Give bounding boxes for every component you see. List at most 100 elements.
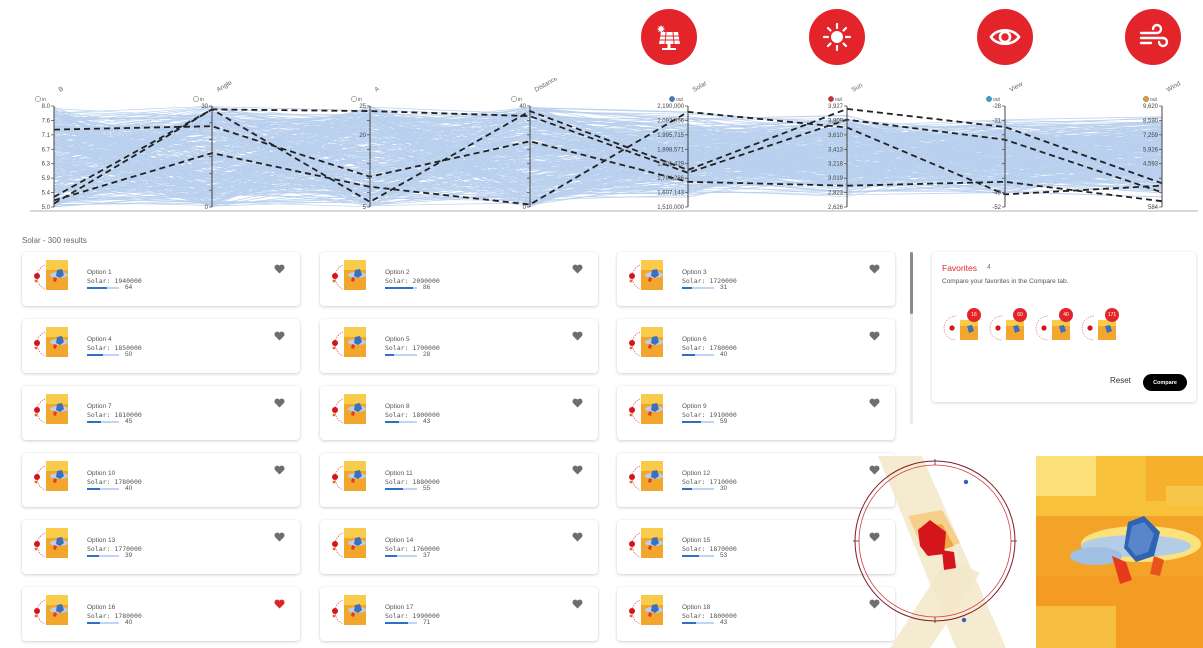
- result-card[interactable]: Option 1 Solar: 1940000 64: [22, 252, 300, 306]
- solar-label: Solar:: [385, 612, 409, 620]
- favorite-thumbnail[interactable]: 40: [1034, 308, 1076, 344]
- sun-diagram-thumbnail: [629, 264, 641, 290]
- axis-label: Solar: [692, 80, 709, 94]
- score-value: 53: [720, 552, 728, 559]
- score-bar: [682, 287, 714, 289]
- option-name: Option 8: [385, 403, 410, 410]
- favorite-thumbnail[interactable]: 60: [988, 308, 1030, 344]
- favorite-heart-icon[interactable]: [572, 398, 583, 408]
- solar-label: Solar:: [87, 545, 111, 553]
- scrollbar-thumb[interactable]: [910, 252, 913, 314]
- favorite-heart-icon[interactable]: [572, 264, 583, 274]
- score-value: 55: [423, 485, 431, 492]
- heat-map-thumbnail: [46, 595, 68, 625]
- solar-value: Solar: 1910000: [682, 411, 737, 419]
- solar-value: Solar: 1780000: [87, 478, 142, 486]
- tick-label: 5,926: [1143, 147, 1159, 153]
- favorite-thumbnail[interactable]: 171: [1080, 308, 1122, 344]
- heat-map-thumbnail: [46, 528, 68, 558]
- axis-label: View: [1009, 81, 1025, 94]
- result-card[interactable]: Option 17 Solar: 1990000 71: [320, 587, 598, 641]
- favorite-heart-icon[interactable]: [274, 532, 285, 542]
- result-card[interactable]: Option 7 Solar: 1810000 45: [22, 386, 300, 440]
- tick-label: 7,259: [1143, 133, 1159, 139]
- solar-label: Solar:: [385, 411, 409, 419]
- favorite-heart-icon[interactable]: [274, 398, 285, 408]
- result-card[interactable]: Option 16 Solar: 1780000 40: [22, 587, 300, 641]
- tick-label: -28: [992, 104, 1001, 110]
- tick-label: 8.0: [42, 104, 51, 110]
- favorite-heart-icon[interactable]: [572, 331, 583, 341]
- eye-icon[interactable]: [977, 9, 1033, 65]
- tick-label: 3,019: [828, 176, 844, 182]
- tick-label: 30: [201, 104, 208, 110]
- axis-tag-dot: [1143, 96, 1149, 102]
- parallel-coordinates-chart[interactable]: 8.07.67.16.76.35.95.45.0Bin300Anglein252…: [0, 78, 1203, 218]
- favorite-heart-icon[interactable]: [572, 532, 583, 542]
- result-card[interactable]: Option 10 Solar: 1780000 40: [22, 453, 300, 507]
- favorite-heart-icon[interactable]: [869, 398, 880, 408]
- favorite-heart-icon[interactable]: [274, 264, 285, 274]
- result-card[interactable]: Option 9 Solar: 1910000 59: [617, 386, 895, 440]
- heat-map-thumbnail: [344, 595, 366, 625]
- result-card[interactable]: Option 13 Solar: 1770000 39: [22, 520, 300, 574]
- sun-icon[interactable]: [809, 9, 865, 65]
- option-name: Option 18: [682, 604, 711, 611]
- result-card[interactable]: Option 6 Solar: 1780000 40: [617, 319, 895, 373]
- tick-label: -52: [992, 205, 1001, 211]
- favorite-heart-icon[interactable]: [274, 465, 285, 475]
- results-title: Solar - 300 results: [22, 236, 87, 245]
- heat-map-thumbnail: [641, 327, 663, 357]
- score-bar: [682, 354, 714, 356]
- option-name: Option 3: [682, 269, 707, 276]
- score-bar: [87, 421, 119, 423]
- tick-label: 9,620: [1143, 104, 1159, 110]
- solar-value: Solar: 1760000: [385, 545, 440, 553]
- score-value: 43: [423, 418, 431, 425]
- axis-tag-dot: [351, 96, 357, 102]
- tick-label: 7.6: [42, 118, 51, 124]
- sun-diagram-thumbnail: [629, 599, 641, 625]
- score-value: 39: [125, 552, 133, 559]
- axis-tag: in: [358, 97, 362, 103]
- result-card[interactable]: Option 4 Solar: 1850000 50: [22, 319, 300, 373]
- heat-map-thumbnail: [641, 595, 663, 625]
- result-card[interactable]: Option 14 Solar: 1760000 37: [320, 520, 598, 574]
- compare-button[interactable]: Compare: [1143, 374, 1187, 391]
- favorite-heart-icon[interactable]: [572, 599, 583, 609]
- favorite-badge: 40: [1059, 308, 1073, 322]
- result-card[interactable]: Option 8 Solar: 1800000 43: [320, 386, 598, 440]
- favorite-heart-icon[interactable]: [869, 331, 880, 341]
- result-card[interactable]: Option 5 Solar: 1700000 28: [320, 319, 598, 373]
- favorite-heart-icon[interactable]: [274, 331, 285, 341]
- solar-label: Solar:: [87, 411, 111, 419]
- favorite-heart-icon[interactable]: [572, 465, 583, 475]
- solar-value: Solar: 1800000: [682, 612, 737, 620]
- option-name: Option 11: [385, 470, 413, 477]
- favorite-heart-icon[interactable]: [869, 264, 880, 274]
- sun-diagram-thumbnail: [332, 532, 344, 558]
- option-name: Option 6: [682, 336, 707, 343]
- score-bar: [385, 421, 417, 423]
- tick-label: 5.0: [42, 205, 51, 211]
- axis-label: B: [58, 85, 65, 93]
- result-card[interactable]: Option 2 Solar: 2090000 86: [320, 252, 598, 306]
- tick-label: 1,898,571: [657, 147, 684, 153]
- tick-label: 3,927: [828, 104, 844, 110]
- tick-label: 8,590: [1143, 118, 1159, 124]
- solar-icon[interactable]: [641, 9, 697, 65]
- tick-label: 3,809: [828, 118, 844, 124]
- favorite-thumbnail[interactable]: 16: [942, 308, 984, 344]
- reset-button[interactable]: Reset: [1110, 376, 1131, 385]
- tick-label: 20: [359, 133, 366, 139]
- solar-value: Solar: 1720000: [682, 277, 737, 285]
- favorite-heart-icon[interactable]: [274, 599, 285, 609]
- axis-label: Wind: [1166, 80, 1183, 94]
- result-card[interactable]: Option 3 Solar: 1720000 31: [617, 252, 895, 306]
- option-name: Option 16: [87, 604, 116, 611]
- result-card[interactable]: Option 11 Solar: 1880000 55: [320, 453, 598, 507]
- option-name: Option 13: [87, 537, 116, 544]
- option-name: Option 9: [682, 403, 707, 410]
- score-value: 30: [720, 485, 728, 492]
- wind-icon[interactable]: [1125, 9, 1181, 65]
